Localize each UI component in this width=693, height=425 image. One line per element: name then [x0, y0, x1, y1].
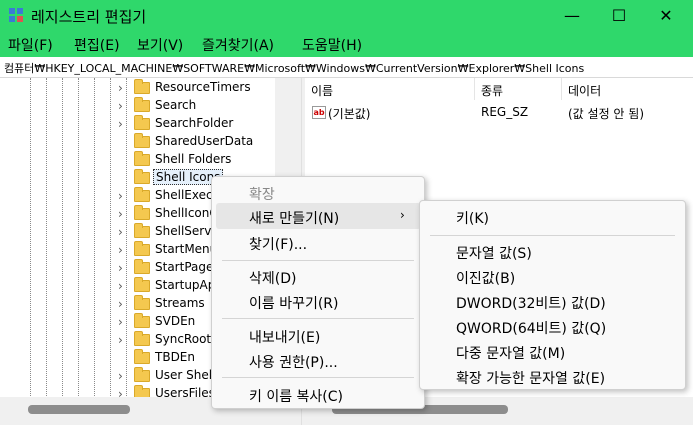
close-button[interactable]: ✕ — [643, 0, 689, 31]
new-submenu: 키(K) 문자열 값(S) 이진값(B) DWORD(32비트) 값(D) QW… — [419, 200, 686, 390]
chevron-right-icon[interactable]: › — [118, 81, 123, 95]
menu-item-new[interactable]: 새로 만들기(N) — [249, 208, 339, 228]
chevron-right-icon[interactable]: › — [118, 369, 123, 383]
chevron-right-icon[interactable]: › — [118, 333, 123, 347]
menu-separator — [222, 260, 414, 261]
menu-edit[interactable]: 편집(E) — [74, 35, 120, 55]
tree-item-label: SharedUserData — [155, 134, 254, 148]
tree-item-label: Shell Folders — [155, 152, 232, 166]
menu-item-new-qword-value[interactable]: QWORD(64비트) 값(Q) — [456, 318, 606, 338]
column-header-label: 데이터 — [568, 84, 602, 98]
chevron-right-icon[interactable]: › — [118, 225, 123, 239]
chevron-right-icon[interactable]: › — [118, 297, 123, 311]
menu-item-find[interactable]: 찾기(F)... — [249, 234, 307, 254]
menu-item-new-key[interactable]: 키(K) — [456, 208, 489, 228]
minimize-button[interactable]: — — [549, 0, 595, 31]
tree-item-label: SearchFolder — [155, 116, 234, 130]
folder-icon — [134, 223, 150, 238]
tree-item-label: StartupAp — [155, 278, 216, 292]
chevron-right-icon: › — [400, 208, 405, 222]
tree-item-label: User Shell — [155, 368, 216, 382]
menu-separator — [222, 377, 414, 378]
menu-item-permissions[interactable]: 사용 권한(P)... — [249, 352, 338, 372]
scrollbar-thumb[interactable] — [28, 405, 130, 414]
tree-item[interactable]: › SearchFolder — [0, 115, 301, 133]
chevron-right-icon[interactable]: › — [118, 117, 123, 131]
folder-icon — [134, 187, 150, 202]
registry-editor-icon — [9, 8, 23, 22]
menu-item-expand[interactable]: 확장 — [249, 184, 275, 204]
menu-item-new-multi-string-value[interactable]: 다중 문자열 값(M) — [456, 343, 565, 363]
tree-item-label: TBDEn — [155, 350, 195, 364]
folder-icon — [134, 115, 150, 130]
folder-icon — [134, 259, 150, 274]
folder-icon — [134, 79, 150, 94]
chevron-right-icon[interactable]: › — [118, 315, 123, 329]
menu-item-export[interactable]: 내보내기(E) — [249, 327, 320, 347]
folder-icon — [134, 349, 150, 364]
title-bar[interactable]: 레지스트리 편집기 — ☐ ✕ — [0, 0, 693, 31]
tree-item-label: StartPage — [155, 260, 214, 274]
folder-icon — [134, 97, 150, 112]
folder-icon — [134, 313, 150, 328]
folder-icon — [134, 169, 150, 184]
address-bar[interactable]: 컴퓨터₩HKEY_LOCAL_MACHINE₩SOFTWARE₩Microsof… — [0, 57, 693, 78]
menu-item-new-expandable-string-value[interactable]: 확장 가능한 문자열 값(E) — [456, 368, 605, 388]
string-value-icon: ab — [312, 106, 326, 119]
folder-icon — [134, 133, 150, 148]
address-path[interactable]: 컴퓨터₩HKEY_LOCAL_MACHINE₩SOFTWARE₩Microsof… — [4, 60, 584, 76]
chevron-right-icon[interactable]: › — [118, 279, 123, 293]
maximize-button[interactable]: ☐ — [596, 0, 642, 31]
menu-favorites[interactable]: 즐겨찾기(A) — [202, 35, 274, 55]
folder-icon — [134, 367, 150, 382]
menu-item-copy-key-name[interactable]: 키 이름 복사(C) — [249, 386, 343, 406]
tree-item-label: ShellIconO — [155, 206, 219, 220]
tree-item[interactable]: › ResourceTimers — [0, 79, 301, 97]
column-header-label: 종류 — [481, 84, 504, 98]
column-header-label: 이름 — [311, 84, 334, 98]
menu-item-rename[interactable]: 이름 바꾸기(R) — [249, 293, 339, 313]
tree-item-label: Search — [155, 98, 197, 112]
window-title: 레지스트리 편집기 — [31, 8, 147, 26]
tree-item[interactable]: Shell Folders — [0, 151, 301, 169]
chevron-right-icon[interactable]: › — [118, 99, 123, 113]
tree-item-label: StartMenu — [155, 242, 218, 256]
column-header-type[interactable]: 종류 — [475, 78, 562, 100]
value-name[interactable]: (기본값) — [328, 105, 370, 122]
context-menu: 확장 새로 만들기(N) › 찾기(F)... 삭제(D) 이름 바꾸기(R) … — [211, 176, 425, 409]
menu-file[interactable]: 파일(F) — [8, 35, 53, 55]
chevron-right-icon[interactable]: › — [118, 207, 123, 221]
tree-item-label: SVDEn — [155, 314, 196, 328]
value-type: REG_SZ — [481, 105, 529, 119]
menu-view[interactable]: 보기(V) — [137, 35, 183, 55]
value-data: (값 설정 안 됨) — [568, 107, 645, 121]
menu-help[interactable]: 도움말(H) — [302, 35, 362, 55]
menu-item-delete[interactable]: 삭제(D) — [249, 268, 296, 288]
chevron-right-icon[interactable]: › — [118, 261, 123, 275]
menu-separator — [430, 235, 675, 236]
menu-item-new-binary-value[interactable]: 이진값(B) — [456, 268, 515, 288]
folder-icon — [134, 295, 150, 310]
tree-item[interactable]: › Search — [0, 97, 301, 115]
tree-item-label: Streams — [155, 296, 205, 310]
tree-item[interactable]: SharedUserData — [0, 133, 301, 151]
chevron-right-icon[interactable]: › — [118, 243, 123, 257]
chevron-right-icon[interactable]: › — [118, 189, 123, 203]
folder-icon — [134, 205, 150, 220]
menu-item-new-dword-value[interactable]: DWORD(32비트) 값(D) — [456, 293, 606, 313]
folder-icon — [134, 331, 150, 346]
menu-separator — [222, 318, 414, 319]
column-header-name[interactable]: 이름 — [305, 78, 475, 100]
tree-item-label: ResourceTimers — [155, 80, 251, 94]
folder-icon — [134, 277, 150, 292]
menu-bar: 파일(F) 편집(E) 보기(V) 즐겨찾기(A) 도움말(H) — [0, 31, 693, 57]
menu-item-new-string-value[interactable]: 문자열 값(S) — [456, 243, 532, 263]
column-header-data[interactable]: 데이터 — [562, 78, 693, 100]
folder-icon — [134, 151, 150, 166]
folder-icon — [134, 241, 150, 256]
